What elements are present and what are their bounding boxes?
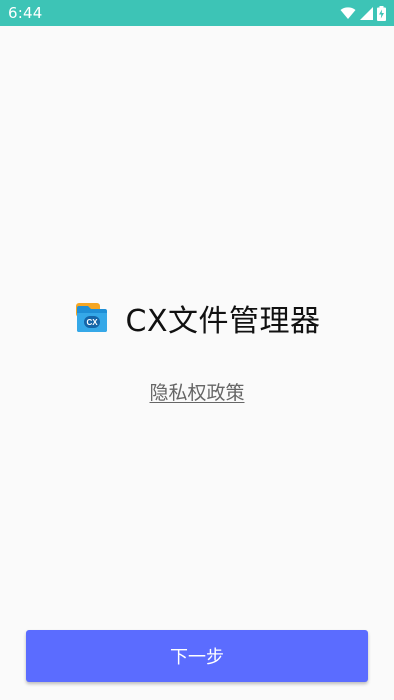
logo-text: CX: [86, 318, 98, 327]
battery-charging-icon: [377, 5, 386, 21]
cx-folder-logo-icon: CX: [74, 300, 110, 336]
privacy-policy-link[interactable]: 隐私权政策: [0, 378, 394, 405]
status-time: 6:44: [8, 4, 43, 22]
status-bar: 6:44: [0, 0, 394, 26]
status-icons: [340, 5, 386, 21]
app-name: CX文件管理器: [125, 304, 321, 339]
wifi-icon: [340, 6, 356, 20]
app-brand: CX CX文件管理器: [0, 298, 394, 339]
next-button[interactable]: 下一步: [26, 630, 368, 682]
splash-content: CX CX文件管理器 隐私权政策 下一步: [0, 26, 394, 700]
signal-icon: [360, 6, 373, 20]
